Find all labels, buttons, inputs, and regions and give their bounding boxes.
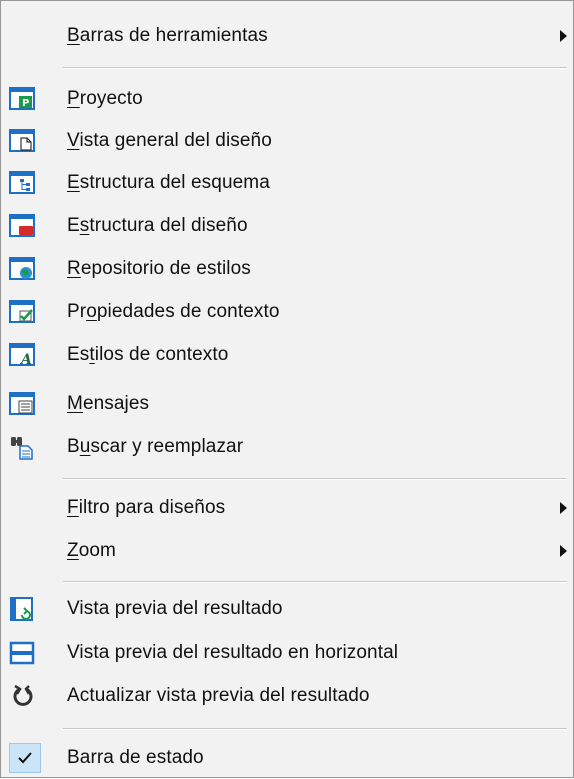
menu-item-context-properties[interactable]: Propiedades de contexto (1, 291, 573, 333)
svg-text:P: P (22, 98, 29, 109)
svg-text:A: A (19, 352, 32, 368)
horizontal-preview-icon (7, 638, 37, 668)
menu-item-style-repository[interactable]: Repositorio de estilos (1, 248, 573, 290)
menu-item-design-filter[interactable]: Filtro para diseños (1, 487, 573, 529)
submenu-arrow-icon (560, 30, 567, 42)
menu-separator (63, 67, 567, 69)
menu-item-messages[interactable]: Mensajes (1, 383, 573, 425)
properties-icon (7, 297, 37, 327)
menu-item-label: Filtro para diseños (67, 497, 226, 518)
menu-item-horizontal-preview[interactable]: Vista previa del resultado en horizontal (1, 632, 573, 674)
menu-item-label: Estructura del diseño (67, 215, 248, 236)
design-tree-icon (7, 211, 37, 241)
menu-item-status-bar[interactable]: Barra de estado (1, 737, 573, 779)
menu-item-toolbars[interactable]: Barras de herramientas (1, 15, 573, 57)
menu-item-label: Proyecto (67, 88, 143, 109)
menu-item-output-preview[interactable]: Vista previa del resultado (1, 588, 573, 630)
refresh-preview-icon (7, 681, 37, 711)
styles-icon: A (7, 340, 37, 370)
style-repository-icon (7, 254, 37, 284)
menu-item-label: Propiedades de contexto (67, 301, 280, 322)
menu-item-label: Buscar y reemplazar (67, 436, 244, 457)
menu-item-label: Vista previa del resultado en horizontal (67, 642, 399, 663)
menu-item-label: Vista previa del resultado (67, 598, 283, 619)
menu-item-find-replace[interactable]: Buscar y reemplazar (1, 426, 573, 468)
project-window-icon: P (7, 84, 37, 114)
menu-item-label: Vista general del diseño (67, 130, 272, 151)
schema-tree-icon (7, 168, 37, 198)
menu-separator (63, 581, 567, 583)
menu-item-label: Estructura del esquema (67, 172, 270, 193)
menu-item-label: Zoom (67, 540, 116, 561)
design-overview-icon (7, 126, 37, 156)
menu-item-project[interactable]: P Proyecto (1, 78, 573, 120)
menu-item-label: Actualizar vista previa del resultado (67, 685, 370, 706)
menu-item-label: Barras de herramientas (67, 25, 268, 46)
checkmark-icon (9, 743, 41, 773)
output-preview-icon (7, 594, 37, 624)
submenu-arrow-icon (560, 545, 567, 557)
menu-item-schema-tree[interactable]: Estructura del esquema (1, 162, 573, 204)
menu-item-label: Barra de estado (67, 747, 204, 768)
find-replace-icon (7, 432, 37, 462)
menu-separator (63, 478, 567, 480)
messages-icon (7, 389, 37, 419)
menu-item-label: Estilos de contexto (67, 344, 229, 365)
menu-item-label: Repositorio de estilos (67, 258, 251, 279)
menu-item-refresh-preview[interactable]: Actualizar vista previa del resultado (1, 675, 573, 717)
view-menu: Barras de herramientas P Proyecto Vista … (0, 0, 574, 778)
menu-item-design-overview[interactable]: Vista general del diseño (1, 120, 573, 162)
menu-item-design-tree[interactable]: Estructura del diseño (1, 205, 573, 247)
menu-separator (63, 728, 567, 730)
menu-item-zoom[interactable]: Zoom (1, 530, 573, 572)
menu-item-label: Mensajes (67, 393, 150, 414)
submenu-arrow-icon (560, 502, 567, 514)
menu-item-context-styles[interactable]: A Estilos de contexto (1, 334, 573, 376)
